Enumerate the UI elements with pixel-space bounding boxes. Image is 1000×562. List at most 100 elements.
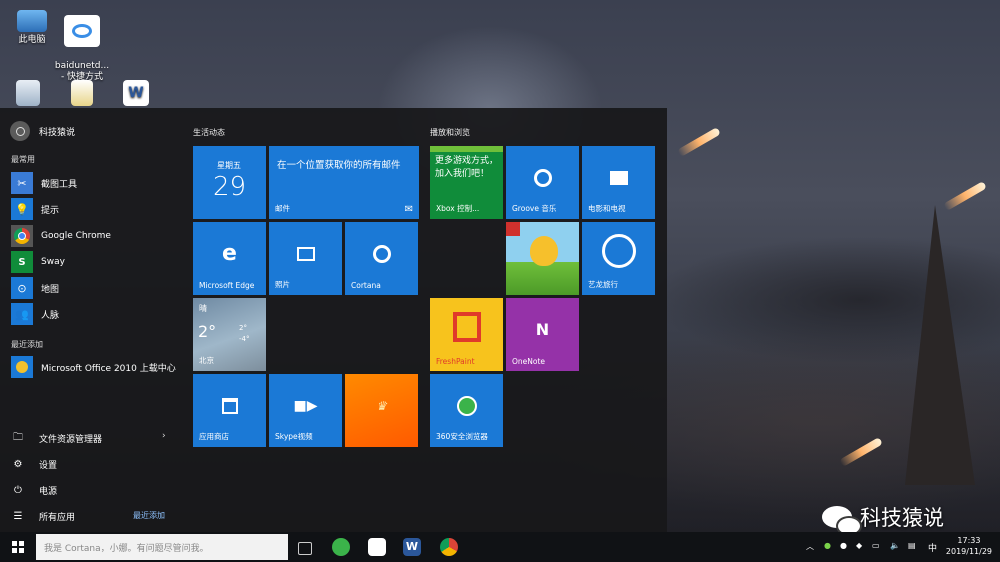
file-explorer-item[interactable]: 🗀 文件资源管理器 [11, 429, 102, 447]
app-item-snipping-tool[interactable]: ✂ 截图工具 [11, 172, 77, 194]
app-item-label: 提示 [41, 205, 60, 216]
taskbar-baidu-netdisk-icon[interactable] [368, 538, 386, 556]
recently-added-link[interactable]: 最近添加 [133, 510, 165, 521]
calendar-day: 星期五 [217, 161, 241, 170]
tile-group-title: 播放和浏览 [430, 128, 470, 137]
tile-movies-tv[interactable]: 电影和电视 [582, 146, 655, 219]
sys-item-label: 文件资源管理器 [39, 434, 103, 445]
browser-360-icon [456, 396, 477, 417]
tile-cortana[interactable]: Cortana [345, 222, 418, 295]
app-item-tips[interactable]: 💡 提示 [11, 198, 59, 220]
desktop-icon-recycle-bin[interactable] [0, 80, 58, 109]
tile-360-browser[interactable]: 360安全浏览器 [430, 374, 503, 447]
tile-label: 360安全浏览器 [436, 432, 488, 441]
volume-icon[interactable]: 🔈 [890, 541, 900, 550]
weather-high: 2° [239, 324, 247, 332]
word-icon: W [123, 80, 149, 106]
chevron-up-icon[interactable]: ︿ [806, 541, 814, 552]
tile-mail[interactable]: 在一个位置获取你的所有邮件 邮件 ✉ [269, 146, 419, 219]
envelope-icon: ✉ [404, 204, 413, 215]
tile-label: Groove 音乐 [512, 204, 557, 213]
calendar-date: 29 [213, 172, 247, 202]
tray-app-icon[interactable]: ◆ [856, 541, 862, 550]
app-item-sway[interactable]: S Sway [11, 251, 65, 273]
user-avatar-icon [10, 121, 30, 141]
game-corner-badge-icon [506, 222, 520, 236]
notification-icon[interactable]: ▤ [908, 541, 916, 550]
all-apps-item[interactable]: ☰ 所有应用 [11, 507, 76, 525]
app-item-maps[interactable]: ⊙ 地图 [11, 277, 59, 299]
edge-icon: e [222, 241, 237, 267]
wechat-watermark: 科技猿说 [822, 502, 944, 536]
start-button[interactable] [0, 532, 36, 562]
cortana-search-box[interactable]: 我是 Cortana，小娜。有问题尽管问我。 [36, 534, 288, 560]
tile-group-title: 生活动态 [193, 128, 225, 137]
wechat-tray-icon[interactable]: ● [824, 541, 831, 550]
tile-freshpaint[interactable]: FreshPaint [430, 298, 503, 371]
power-icon: ⏻ [14, 484, 22, 496]
app-item-label: 人脉 [41, 310, 60, 321]
tile-store[interactable]: 应用商店 [193, 374, 266, 447]
taskbar-chrome-icon[interactable] [440, 538, 458, 556]
tile-label: Cortana [351, 281, 381, 290]
tile-label: OneNote [512, 357, 546, 366]
tile-microsoft-edge[interactable]: e Microsoft Edge [193, 222, 266, 295]
app-item-label: 截图工具 [41, 179, 78, 190]
clock-time: 17:33 [957, 536, 981, 545]
xbox-tile-text: 更多游戏方式，加入我们吧！ [435, 156, 499, 179]
tile-label: 邮件 [275, 204, 290, 213]
app-item-label: Microsoft Office 2010 上载中心 [41, 363, 176, 374]
ime-indicator[interactable]: 中 [928, 541, 937, 554]
clock[interactable]: 17:33 2019/11/29 [946, 535, 992, 557]
folder-icon: 🗀 [13, 431, 23, 443]
system-tray: ︿ ● ● ◆ ▭ 🔈 ▤ 中 17:33 2019/11/29 [800, 532, 1000, 562]
user-account[interactable]: 科技猿说 [10, 120, 75, 142]
tile-label: Skype视频 [275, 432, 313, 441]
network-icon[interactable]: ▭ [872, 541, 880, 550]
task-view-icon[interactable] [298, 542, 312, 555]
map-icon: ⊙ [11, 277, 33, 299]
desktop-icon-file[interactable] [52, 80, 112, 109]
tile-label: Xbox 控制... [436, 204, 480, 213]
app-item-label: Google Chrome [41, 231, 111, 241]
taskbar-word-icon[interactable]: W [403, 538, 421, 556]
tile-onenote[interactable]: N OneNote [506, 298, 579, 371]
clock-date: 2019/11/29 [945, 547, 992, 556]
scissors-icon: ✂ [11, 172, 33, 194]
tile-calendar[interactable]: 星期五 29 [193, 146, 266, 219]
tile-skype-video[interactable]: ■▶ Skype视频 [269, 374, 342, 447]
tile-king-game[interactable]: ♛ [345, 374, 418, 447]
tile-photos[interactable]: 照片 [269, 222, 342, 295]
all-apps-icon: ☰ [13, 510, 23, 522]
app-item-office-upload-center[interactable]: Microsoft Office 2010 上载中心 [11, 356, 176, 378]
taskbar-360-browser-icon[interactable] [332, 538, 350, 556]
power-item[interactable]: ⏻ 电源 [11, 481, 57, 499]
most-used-heading: 最常用 [11, 155, 35, 164]
weather-condition: 晴 [199, 304, 207, 313]
tile-weather[interactable]: 晴 2° 2° -4° 北京 [193, 298, 266, 371]
watermark-text: 科技猿说 [860, 506, 944, 530]
cortana-icon [372, 245, 391, 264]
baidu-netdisk-icon [64, 15, 100, 47]
search-placeholder: 我是 Cortana，小娜。有问题尽管问我。 [44, 543, 209, 554]
sail-silhouette [905, 205, 975, 485]
sys-item-label: 所有应用 [39, 512, 76, 523]
tile-elong-travel[interactable]: 艺龙旅行 [582, 222, 655, 295]
tile-chicken-game[interactable] [506, 222, 579, 295]
document-icon [71, 80, 93, 106]
app-item-google-chrome[interactable]: Google Chrome [11, 225, 111, 247]
clapperboard-icon [609, 171, 628, 186]
chevron-right-icon[interactable]: › [162, 431, 166, 441]
tile-groove-music[interactable]: Groove 音乐 [506, 146, 579, 219]
office-upload-icon [11, 356, 33, 378]
desktop-icon-word[interactable]: W [106, 80, 166, 109]
app-item-people[interactable]: 👥 人脉 [11, 303, 59, 325]
freshpaint-frame-icon [452, 312, 481, 343]
mail-tile-text: 在一个位置获取你的所有邮件 [277, 160, 401, 171]
king-logo-icon: ♛ [376, 399, 387, 414]
tile-xbox[interactable]: 更多游戏方式，加入我们吧！ Xbox 控制... [430, 146, 503, 219]
settings-item[interactable]: ⚙ 设置 [11, 455, 58, 473]
chrome-icon [11, 225, 33, 247]
tray-app-icon[interactable]: ● [840, 541, 847, 550]
recycle-bin-icon [16, 80, 40, 106]
